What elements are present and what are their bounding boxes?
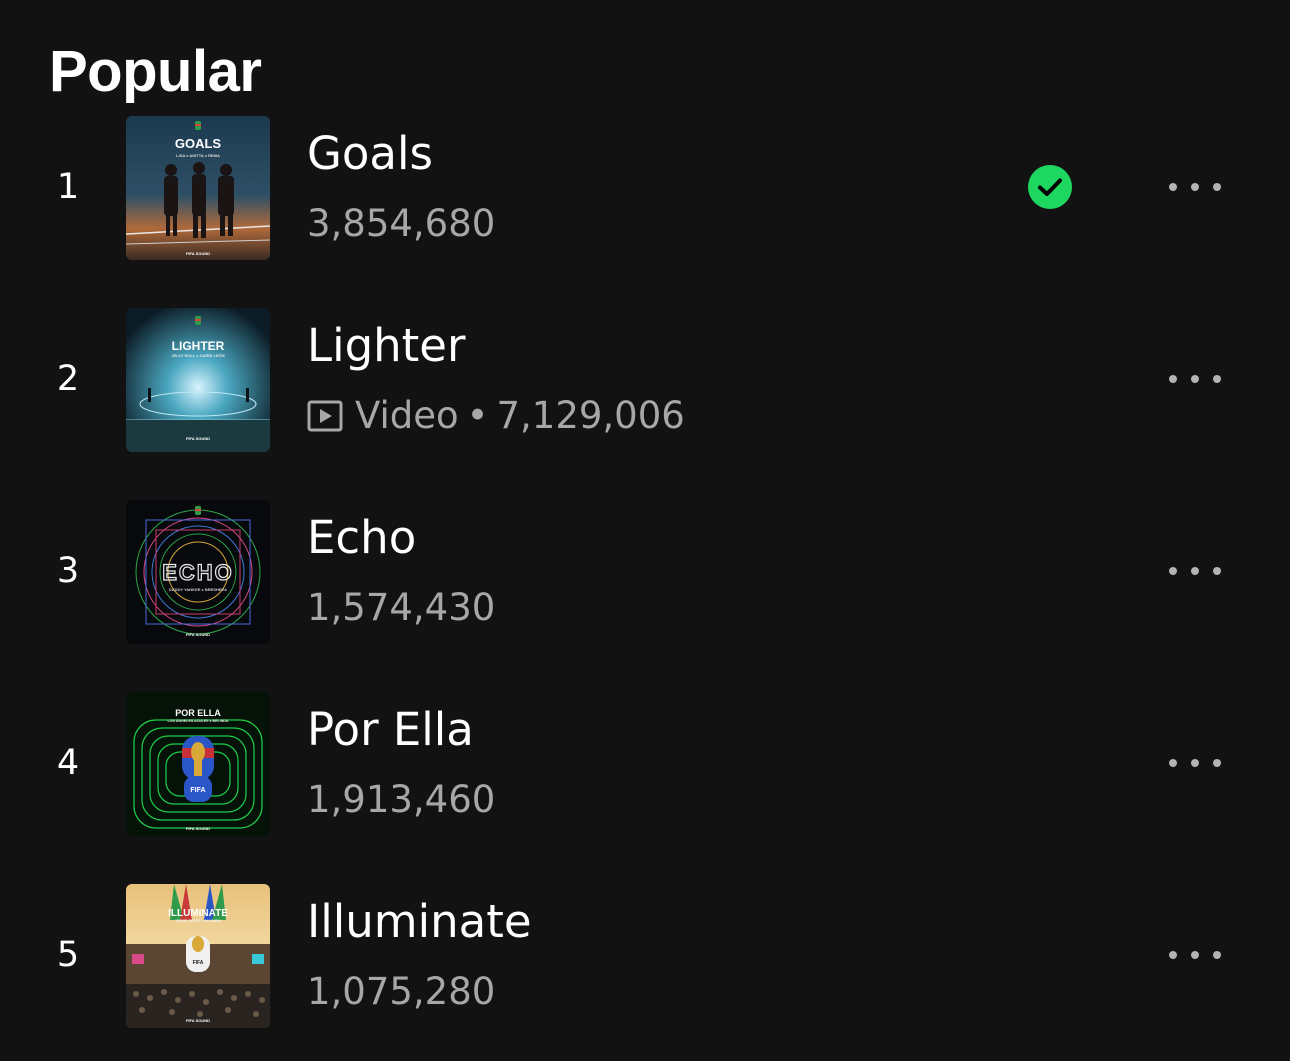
play-count: 1,913,460 xyxy=(307,778,496,821)
more-options-button[interactable] xyxy=(1158,553,1232,589)
more-options-icon xyxy=(1169,183,1177,191)
more-options-icon xyxy=(1169,951,1177,959)
more-options-icon xyxy=(1169,567,1177,575)
album-cover: LIGHTER JELLY ROLL x CARÍN LEÓN FIFA SOU… xyxy=(126,308,270,452)
svg-text:GOALS: GOALS xyxy=(175,136,222,151)
svg-text:POR ELLA: POR ELLA xyxy=(175,708,221,718)
track-title: Por Ella xyxy=(307,703,474,756)
more-options-button[interactable] xyxy=(1158,745,1232,781)
play-count: 1,075,280 xyxy=(307,970,496,1013)
svg-text:FIFA: FIFA xyxy=(193,960,204,966)
section-heading: Popular xyxy=(49,38,262,104)
track-rank: 5 xyxy=(56,935,80,975)
album-cover: GOALS LISA x ANITTA x REMA FIFA SOUND xyxy=(126,116,270,260)
track-row-goals[interactable]: 1 GOALS LISA x ANITTA x REMA FIFA SOUND … xyxy=(0,114,1290,264)
svg-text:FIFA SOUND: FIFA SOUND xyxy=(186,826,210,831)
album-cover: POR ELLA LOS ÁNGELES AZULES x BELINDA FI… xyxy=(126,692,270,836)
track-subline: Video • 7,129,006 xyxy=(307,392,685,440)
play-count: 3,854,680 xyxy=(307,202,496,245)
svg-text:FIFA: FIFA xyxy=(190,787,205,794)
album-cover: ECHO DADDY YANKEE x BRESHEEA FIFA SOUND xyxy=(126,500,270,644)
play-count: 7,129,006 xyxy=(496,394,685,437)
track-title: Echo xyxy=(307,511,417,564)
track-subline: 3,854,680 xyxy=(307,200,495,248)
svg-text:JESSIE REYEZ x ALVANNA: JESSIE REYEZ x ALVANNA xyxy=(175,919,222,923)
track-title: Lighter xyxy=(307,319,466,372)
album-cover: ILLUMINATE JESSIE REYEZ x ALVANNA FIFA F… xyxy=(126,884,270,1028)
track-rank: 4 xyxy=(56,743,80,783)
more-options-button[interactable] xyxy=(1158,937,1232,973)
more-options-button[interactable] xyxy=(1158,169,1232,205)
track-rank: 1 xyxy=(56,167,80,207)
track-row-echo[interactable]: 3 ECHO DADDY YANKEE x BRESHEEA FIFA SOUN… xyxy=(0,498,1290,648)
check-circle-icon[interactable] xyxy=(1027,164,1073,210)
track-rank: 2 xyxy=(56,359,80,399)
svg-text:LISA x ANITTA x REMA: LISA x ANITTA x REMA xyxy=(176,153,220,158)
svg-text:FIFA SOUND: FIFA SOUND xyxy=(186,251,210,256)
track-title: Illuminate xyxy=(307,895,532,948)
svg-text:LOS ÁNGELES AZULES x BELINDA: LOS ÁNGELES AZULES x BELINDA xyxy=(168,718,229,723)
svg-text:FIFA SOUND: FIFA SOUND xyxy=(186,632,210,637)
svg-text:ECHO: ECHO xyxy=(162,560,234,585)
separator-dot: • xyxy=(466,394,489,437)
track-subline: 1,075,280 xyxy=(307,968,495,1016)
track-title: Goals xyxy=(307,127,433,180)
more-options-icon xyxy=(1169,759,1177,767)
track-row-lighter[interactable]: 2 LIGHTER JELLY ROLL x CARÍN LEÓN FIFA S… xyxy=(0,306,1290,456)
svg-text:ILLUMINATE: ILLUMINATE xyxy=(168,908,228,919)
svg-text:FIFA SOUND: FIFA SOUND xyxy=(186,1018,210,1023)
track-rank: 3 xyxy=(56,551,80,591)
svg-text:DADDY YANKEE x BRESHEEA: DADDY YANKEE x BRESHEEA xyxy=(169,587,227,592)
more-options-button[interactable] xyxy=(1158,361,1232,397)
svg-text:JELLY ROLL x CARÍN LEÓN: JELLY ROLL x CARÍN LEÓN xyxy=(171,353,224,358)
video-label: Video xyxy=(355,394,459,437)
track-row-illuminate[interactable]: 5 ILLUMINATE JESSIE REYEZ x ALVANNA FIFA… xyxy=(0,882,1290,1032)
more-options-icon xyxy=(1169,375,1177,383)
play-count: 1,574,430 xyxy=(307,586,496,629)
track-subline: 1,574,430 xyxy=(307,584,495,632)
svg-text:FIFA SOUND: FIFA SOUND xyxy=(186,436,210,441)
track-row-por-ella[interactable]: 4 POR ELLA LOS ÁNGELES AZULES x BELINDA … xyxy=(0,690,1290,840)
video-play-icon xyxy=(307,400,343,432)
track-subline: 1,913,460 xyxy=(307,776,495,824)
svg-text:LIGHTER: LIGHTER xyxy=(172,339,225,353)
